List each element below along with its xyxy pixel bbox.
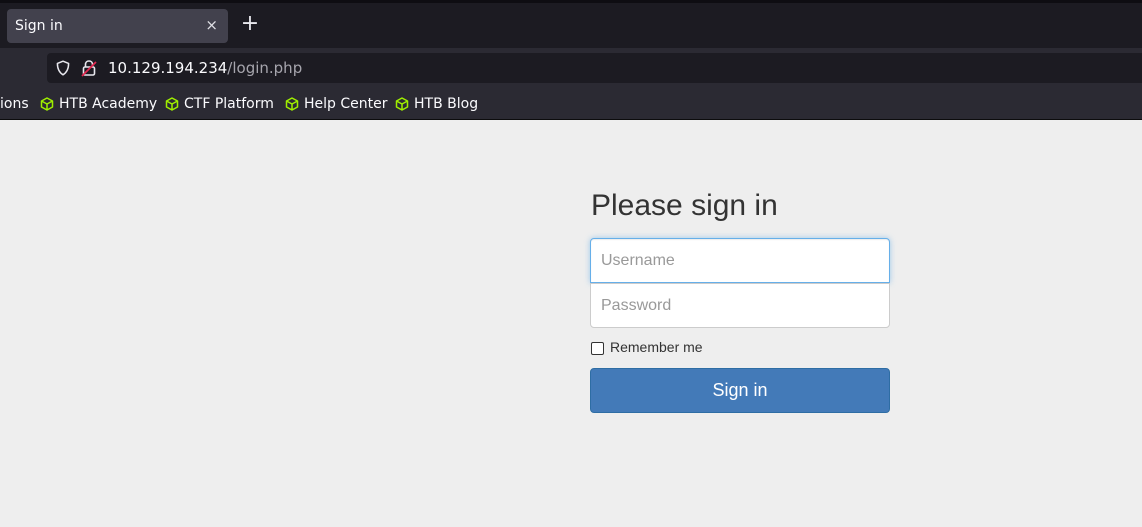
remember-me-label: Remember me [610, 339, 703, 355]
bookmark-label: HTB Blog [414, 96, 479, 112]
shield-icon[interactable] [55, 60, 71, 76]
bookmark-truncated[interactable]: ions [0, 95, 29, 113]
navigation-bar: 10.129.194.234/login.php [0, 48, 1142, 88]
close-icon[interactable]: × [205, 16, 218, 34]
url-text[interactable]: 10.129.194.234/login.php [108, 59, 302, 77]
bookmark-label: ions [0, 96, 29, 112]
bookmark-label: HTB Academy [59, 96, 158, 112]
new-tab-button[interactable]: + [240, 13, 260, 35]
url-host: 10.129.194.234 [108, 59, 228, 77]
bookmark-label: Help Center [304, 96, 388, 112]
bookmark-label: CTF Platform [184, 96, 274, 112]
username-input[interactable] [590, 238, 890, 283]
bookmarks-toolbar: ions HTB Academy CTF Platform Help Cente… [0, 88, 1142, 120]
tab-title: Sign in [15, 18, 63, 34]
htb-cube-icon [395, 97, 409, 111]
tab-sign-in[interactable]: Sign in × [7, 9, 228, 43]
insecure-lock-icon[interactable] [81, 59, 97, 77]
password-input[interactable] [590, 283, 890, 328]
page-content: Please sign in Remember me Sign in [0, 120, 1142, 527]
htb-cube-icon [165, 97, 179, 111]
htb-cube-icon [285, 97, 299, 111]
htb-cube-icon [40, 97, 54, 111]
remember-me-checkbox[interactable] [591, 342, 604, 355]
tab-strip: Sign in × + [0, 0, 1142, 48]
form-heading: Please sign in [591, 189, 778, 222]
url-path: /login.php [227, 59, 303, 77]
sign-in-button[interactable]: Sign in [590, 368, 890, 413]
url-bar[interactable]: 10.129.194.234/login.php [47, 53, 1142, 83]
